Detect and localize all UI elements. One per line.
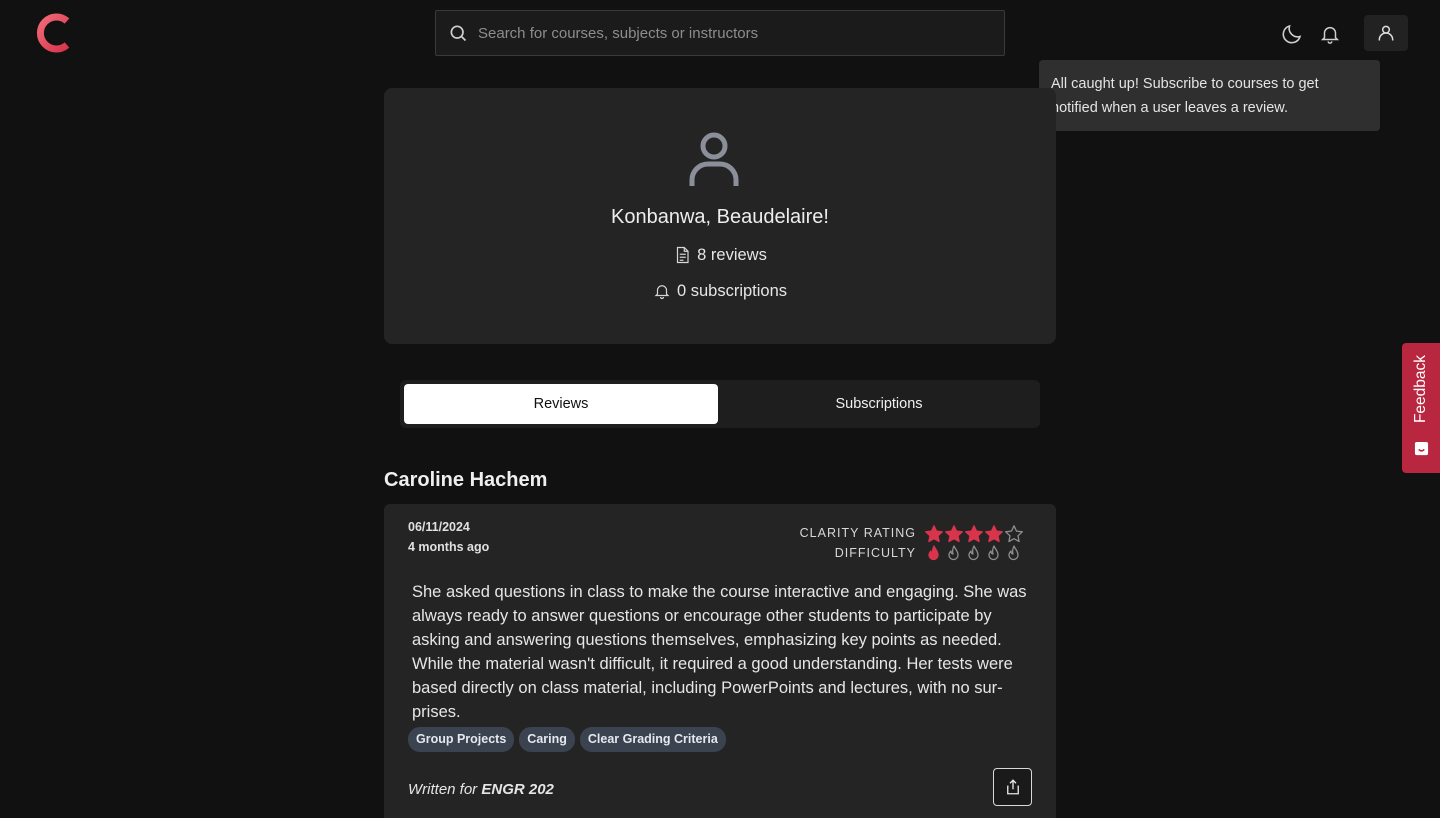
review-text: She asked questions in class to make the… [412, 583, 1027, 721]
review-card: 06/11/2024 4 months ago CLARITY RATING D… [384, 504, 1056, 818]
tab-subscriptions[interactable]: Subscriptions [722, 384, 1036, 424]
flame-empty-icon [948, 545, 959, 561]
notifications-button[interactable] [1317, 20, 1343, 48]
star-filled-icon [945, 525, 963, 543]
bell-icon [654, 285, 670, 300]
profile-card: Konbanwa, Beaudelaire! 8 reviews 0 subsc… [384, 88, 1056, 344]
review-date: 06/11/2024 [408, 520, 470, 534]
user-menu-button[interactable] [1364, 15, 1408, 51]
star-filled-icon [985, 525, 1003, 543]
search-input[interactable] [478, 24, 1004, 42]
review-tags: Group Projects Caring Clear Grading Crit… [408, 727, 726, 752]
notification-popover: All caught up! Subscribe to courses to g… [1039, 60, 1380, 131]
star-filled-icon [965, 525, 983, 543]
clarity-rating-label: CLARITY RATING [799, 526, 916, 540]
share-button[interactable] [993, 768, 1032, 806]
star-filled-icon [925, 525, 943, 543]
reviews-count: 8 reviews [384, 245, 1056, 265]
instructor-name[interactable]: Caroline Hachem [384, 469, 547, 492]
subscriptions-count-text: 0 subscriptions [676, 281, 788, 300]
theme-toggle-button[interactable] [1278, 20, 1306, 48]
profile-greeting: Konbanwa, Beaudelaire! [611, 206, 829, 228]
profile-tabs: Reviews Subscriptions [400, 380, 1040, 428]
tag: Group Projects [408, 727, 515, 752]
user-icon [1378, 25, 1394, 41]
written-for: Written for ENGR 202 [408, 781, 554, 798]
clarity-stars [924, 524, 1024, 544]
flame-empty-icon [988, 545, 999, 561]
notification-message: All caught up! Subscribe to courses to g… [1051, 76, 1319, 116]
flame-empty-icon [1008, 545, 1019, 561]
written-for-prefix: Written for [408, 781, 478, 798]
difficulty-flames [924, 544, 1024, 564]
tab-reviews[interactable]: Reviews [404, 384, 718, 424]
tag: Clear Grading Criteria [579, 727, 726, 752]
user-avatar-icon [689, 132, 739, 186]
tag: Caring [519, 727, 575, 752]
feedback-tab[interactable]: Feedback [1402, 343, 1440, 473]
course-code[interactable]: ENGR 202 [481, 781, 554, 798]
search-bar[interactable] [435, 10, 1005, 56]
feedback-label: Feedback [1412, 354, 1430, 424]
star-empty-icon [1005, 525, 1023, 543]
share-icon [1006, 779, 1019, 795]
difficulty-label: DIFFICULTY [834, 546, 916, 560]
moon-icon [1282, 24, 1302, 44]
smiley-icon [1414, 441, 1429, 456]
review-relative-time: 4 months ago [408, 540, 490, 554]
document-icon [677, 246, 689, 264]
bell-icon [1320, 26, 1340, 44]
app-logo[interactable] [34, 12, 74, 54]
flame-empty-icon [968, 545, 979, 561]
flame-filled-icon [928, 545, 939, 561]
subscriptions-count: 0 subscriptions [384, 281, 1056, 301]
search-icon [450, 25, 467, 42]
reviews-count-text: 8 reviews [697, 245, 767, 264]
